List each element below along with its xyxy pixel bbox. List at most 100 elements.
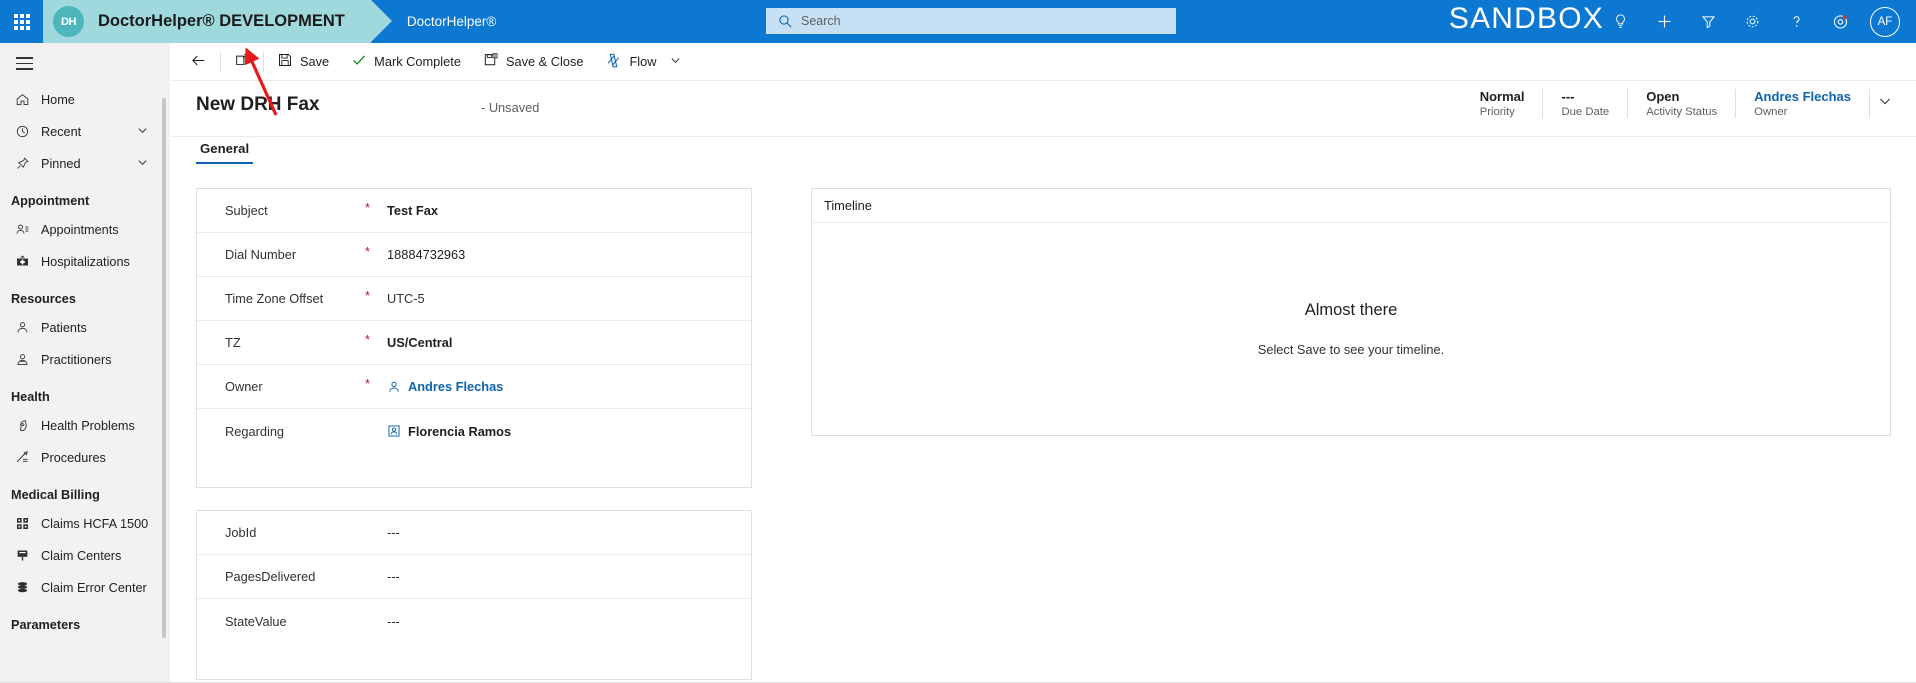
field-value: Florencia Ramos xyxy=(408,423,512,439)
sidebar-item-procedures[interactable]: Procedures xyxy=(0,442,170,474)
field-label: StateValue xyxy=(225,613,287,629)
question-icon[interactable] xyxy=(1776,0,1816,43)
field-row-pagesdelivered[interactable]: PagesDelivered --- xyxy=(197,555,751,599)
sidebar-item-claims-hcfa-1500[interactable]: Claims HCFA 1500 xyxy=(0,508,170,540)
field-row-time-zone-offset[interactable]: Time Zone Offset * UTC-5 xyxy=(197,277,751,321)
command-separator xyxy=(263,51,264,72)
stat-value: --- xyxy=(1561,89,1575,104)
assistant-icon[interactable] xyxy=(1820,0,1860,43)
field-row-tz[interactable]: TZ * US/Central xyxy=(197,321,751,365)
filter-icon[interactable] xyxy=(1688,0,1728,43)
sidebar-item-pinned[interactable]: Pinned xyxy=(0,148,170,180)
required-marker: * xyxy=(365,200,371,215)
open-in-new-window-button[interactable] xyxy=(223,43,261,81)
hamburger-icon[interactable] xyxy=(0,43,170,84)
save-close-icon xyxy=(483,52,499,71)
page-save-status: - Unsaved xyxy=(481,100,540,115)
plus-icon[interactable] xyxy=(1644,0,1684,43)
save-button[interactable]: Save xyxy=(266,43,340,81)
chevron-down-icon[interactable] xyxy=(137,125,148,139)
field-value[interactable]: UTC-5 xyxy=(387,291,425,306)
stat-value[interactable]: Andres Flechas xyxy=(1754,89,1851,104)
field-row-dial-number[interactable]: Dial Number * 18884732963 xyxy=(197,233,751,277)
stat-label: Priority xyxy=(1479,106,1515,118)
header-stat-group: Normal Priority --- Due Date Open Activi… xyxy=(1462,89,1906,118)
sidebar-item-practitioners[interactable]: Practitioners xyxy=(0,344,170,376)
sidebar-item-claim-centers[interactable]: Claim Centers xyxy=(0,540,170,572)
stat-value: Normal xyxy=(1479,89,1525,104)
sidebar-item-recent[interactable]: Recent xyxy=(0,116,170,148)
sidebar-item-label: Pinned xyxy=(41,156,81,171)
field-label: Dial Number xyxy=(225,247,297,262)
required-marker: * xyxy=(365,376,371,391)
field-value[interactable]: --- xyxy=(387,569,400,584)
claim-center-icon xyxy=(15,548,37,563)
field-row-statevalue[interactable]: StateValue --- xyxy=(197,599,751,643)
job-detail-card: JobId --- PagesDelivered --- StateValue … xyxy=(196,510,752,680)
required-marker: * xyxy=(365,332,371,347)
brand-title: DoctorHelper® DEVELOPMENT xyxy=(98,12,345,30)
sidebar-item-label: Home xyxy=(41,92,75,107)
back-button[interactable] xyxy=(179,43,218,81)
field-value[interactable]: US/Central xyxy=(387,335,452,350)
field-value[interactable]: Test Fax xyxy=(387,203,438,218)
field-row-regarding[interactable]: Regarding Florencia Ramos xyxy=(197,409,751,453)
app-launcher-button[interactable] xyxy=(0,0,43,43)
field-value[interactable]: --- xyxy=(387,614,400,629)
sidebar-item-appointments[interactable]: Appointments xyxy=(0,214,170,246)
field-label: Regarding xyxy=(225,423,285,439)
brand-area: DH DoctorHelper® DEVELOPMENT xyxy=(43,0,392,43)
field-row-subject[interactable]: Subject * Test Fax xyxy=(197,189,751,233)
field-row-owner[interactable]: Owner * Andres Flechas xyxy=(197,365,751,409)
lightbulb-icon[interactable] xyxy=(1600,0,1640,43)
form-tab-bar: General xyxy=(171,137,1916,171)
sidebar-group-medical-billing: Medical Billing xyxy=(11,487,100,502)
chevron-down-icon[interactable] xyxy=(1870,94,1906,113)
sidebar-item-label: Hospitalizations xyxy=(41,254,130,269)
stat-value: Open xyxy=(1646,89,1680,104)
patient-icon xyxy=(15,320,37,335)
practitioner-icon xyxy=(15,352,37,367)
chevron-down-icon[interactable] xyxy=(670,54,681,69)
claim-error-icon xyxy=(15,580,37,595)
sidebar-item-home[interactable]: Home xyxy=(0,84,170,116)
chevron-down-icon[interactable] xyxy=(137,157,148,171)
stat-due-date[interactable]: --- Due Date xyxy=(1543,89,1629,118)
health-problem-icon xyxy=(15,418,37,433)
field-value[interactable]: 18884732963 xyxy=(387,247,465,262)
global-search[interactable] xyxy=(765,7,1177,35)
search-icon xyxy=(778,14,793,29)
stat-activity-status[interactable]: Open Activity Status xyxy=(1628,89,1737,118)
doctorhelper-logo-icon: DH xyxy=(53,6,84,37)
search-input[interactable] xyxy=(801,14,1161,28)
home-icon xyxy=(15,92,37,107)
flow-button[interactable]: Flow xyxy=(594,43,691,81)
stat-priority[interactable]: Normal Priority xyxy=(1462,89,1544,118)
field-value[interactable]: --- xyxy=(387,525,400,540)
tab-general[interactable]: General xyxy=(196,137,254,164)
flow-icon xyxy=(605,52,622,72)
page-title: New DRH Fax xyxy=(196,94,320,115)
field-label: PagesDelivered xyxy=(225,569,316,584)
mark-complete-button[interactable]: Mark Complete xyxy=(340,43,472,81)
sidebar-item-patients[interactable]: Patients xyxy=(0,312,170,344)
field-row-jobid[interactable]: JobId --- xyxy=(197,511,751,555)
open-in-new-window-icon xyxy=(234,52,250,71)
sidebar-scrollbar[interactable] xyxy=(162,98,166,638)
save-label: Save xyxy=(300,54,330,69)
required-marker: * xyxy=(365,288,371,303)
sidebar-item-health-problems[interactable]: Health Problems xyxy=(0,410,170,442)
back-arrow-icon xyxy=(190,52,207,72)
stat-owner[interactable]: Andres Flechas Owner xyxy=(1736,89,1870,118)
sidebar-item-label: Appointments xyxy=(41,222,119,237)
command-bar: Save Mark Complete Save & Close Flow xyxy=(171,43,1916,81)
save-and-close-button[interactable]: Save & Close xyxy=(472,43,595,81)
sidebar-item-hospitalizations[interactable]: Hospitalizations xyxy=(0,246,170,278)
sidebar-item-claim-error-center[interactable]: Claim Error Center xyxy=(0,572,170,604)
gear-icon[interactable] xyxy=(1732,0,1772,43)
environment-banner: SANDBOX xyxy=(1448,2,1604,35)
general-field-card: Subject * Test Fax Dial Number * 1888473… xyxy=(196,188,752,488)
pin-icon xyxy=(15,156,37,171)
user-avatar[interactable]: AF xyxy=(1870,6,1900,37)
field-label: Subject xyxy=(225,203,268,218)
